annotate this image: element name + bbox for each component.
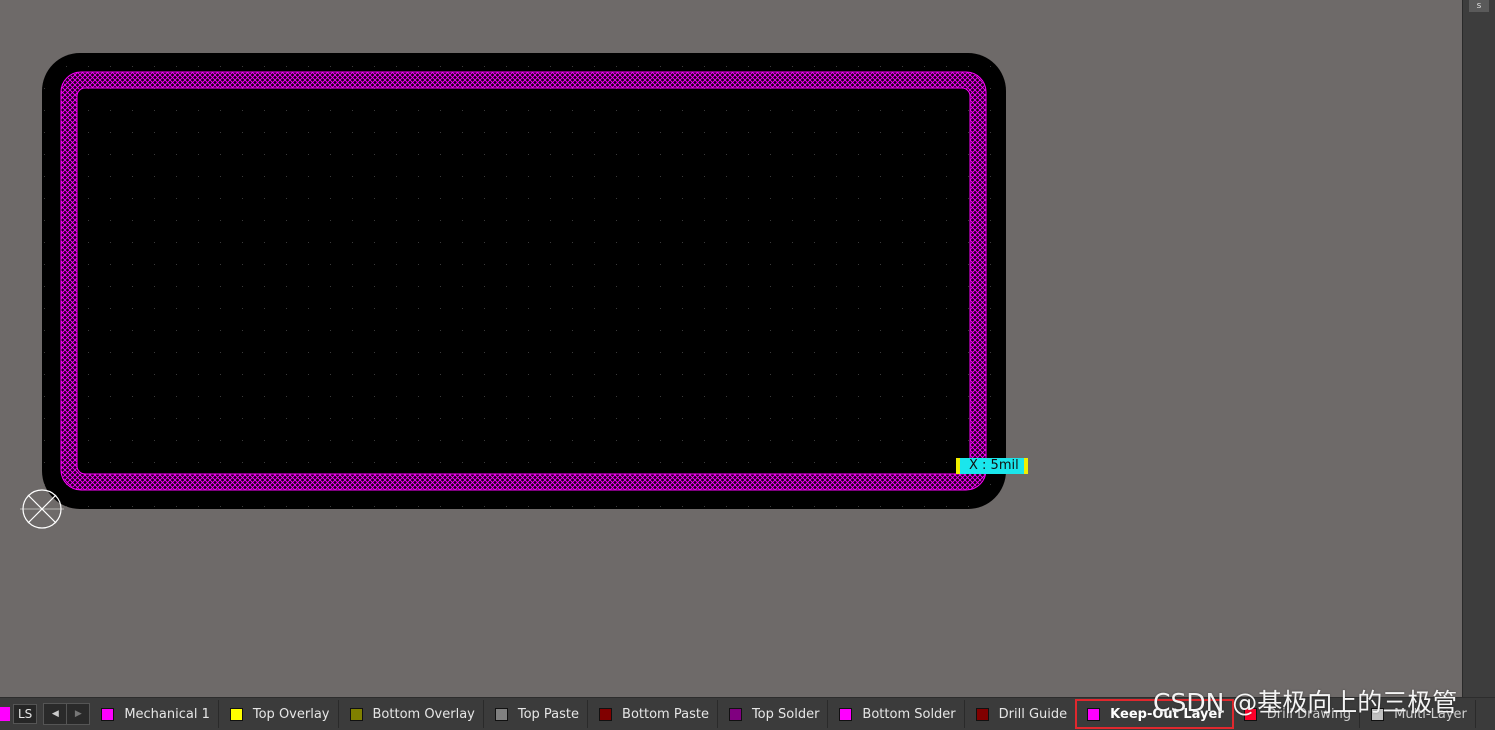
layer-nav: ◀ ▶ — [43, 703, 91, 725]
layer-tab-drill-guide[interactable]: Drill Guide — [965, 700, 1077, 728]
board-drawing — [20, 53, 1006, 529]
layer-tab-label: Bottom Paste — [622, 706, 709, 722]
chevron-right-icon: ▶ — [74, 709, 82, 719]
layer-color-swatch — [599, 707, 613, 721]
layer-tab-label: Top Solder — [751, 706, 820, 722]
layer-tab-label: Bottom Solder — [862, 706, 956, 722]
layer-color-swatch — [839, 707, 853, 721]
layer-tab-bottom-paste[interactable]: Bottom Paste — [588, 700, 718, 728]
layer-color-swatch — [728, 707, 742, 721]
board-grid — [42, 53, 1006, 509]
panel-tab[interactable]: s — [1469, 0, 1489, 12]
watermark: CSDN @基极向上的三极管 — [1153, 688, 1458, 717]
layer-tab-label: Top Paste — [517, 706, 580, 722]
layer-tab-label: Drill Guide — [998, 706, 1068, 722]
layer-tab-label: Top Overlay — [252, 706, 330, 722]
layer-tab-label: Bottom Overlay — [372, 706, 475, 722]
layer-tab-bottom-solder[interactable]: Bottom Solder — [828, 700, 965, 728]
chevron-left-icon: ◀ — [51, 709, 59, 719]
layer-set-button[interactable]: LS — [13, 704, 38, 724]
layer-color-swatch — [975, 707, 989, 721]
layer-tab-mechanical-1[interactable]: Mechanical 1 — [90, 700, 219, 728]
pcb-canvas[interactable]: X : 5mil — [0, 0, 1462, 697]
right-side-panel[interactable]: s — [1462, 0, 1495, 697]
next-layer-button[interactable]: ▶ — [66, 704, 89, 724]
layer-color-swatch — [101, 707, 115, 721]
layer-color-swatch — [229, 707, 243, 721]
prev-layer-button[interactable]: ◀ — [44, 704, 66, 724]
measure-label: X : 5mil — [956, 458, 1028, 474]
layer-tab-top-paste[interactable]: Top Paste — [484, 700, 589, 728]
layer-color-swatch — [349, 707, 363, 721]
layer-color-swatch — [1087, 707, 1101, 721]
current-layer-swatch — [0, 707, 10, 721]
layer-tab-top-overlay[interactable]: Top Overlay — [219, 700, 339, 728]
layer-tab-bottom-overlay[interactable]: Bottom Overlay — [339, 700, 484, 728]
layer-tab-top-solder[interactable]: Top Solder — [718, 700, 829, 728]
layer-tab-label: Mechanical 1 — [124, 706, 210, 722]
layer-color-swatch — [494, 707, 508, 721]
